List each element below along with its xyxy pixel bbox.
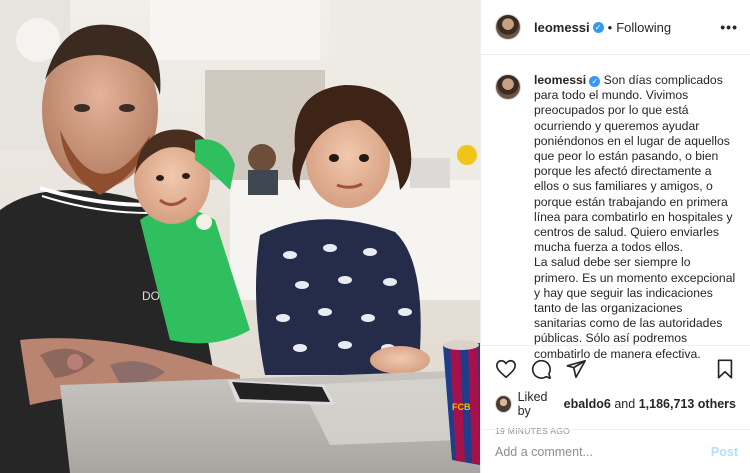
fruit-bowl <box>457 145 477 165</box>
username-link[interactable]: leomessi <box>534 20 590 35</box>
caption-username[interactable]: leomessi <box>534 73 586 87</box>
caption-verified-badge-icon: ✓ <box>589 76 601 87</box>
likes-joiner: and <box>614 397 636 411</box>
likes-suffix[interactable]: others <box>698 397 736 411</box>
share-icon[interactable] <box>565 358 587 380</box>
comment-icon[interactable] <box>530 358 552 380</box>
post-sidebar: leomessi ✓ • Following ••• leomessi ✓ Son… <box>480 0 750 473</box>
liker-avatar[interactable] <box>495 395 512 413</box>
likes-prefix: Liked by <box>517 390 548 418</box>
background-person <box>248 144 276 172</box>
caption-area: leomessi ✓ Son días complicados para todo… <box>481 55 750 361</box>
verified-badge-icon: ✓ <box>592 21 604 33</box>
more-options-icon[interactable]: ••• <box>720 19 738 35</box>
post-photo[interactable]: DOCE B <box>0 0 480 473</box>
post-comment-button[interactable]: Post <box>711 445 738 459</box>
cup-text: FCB <box>452 402 471 412</box>
following-button[interactable]: Following <box>616 20 671 35</box>
post-header: leomessi ✓ • Following ••• <box>481 0 750 55</box>
ceiling <box>150 0 320 60</box>
comment-bar: Post <box>481 429 750 473</box>
comment-input[interactable] <box>495 444 711 459</box>
liker-username[interactable]: ebaldo6 <box>564 397 611 411</box>
appliance <box>410 158 450 188</box>
caption-text: Son días complicados para todo el mundo.… <box>534 73 736 361</box>
heart-icon[interactable] <box>495 358 517 380</box>
caption-avatar[interactable] <box>495 74 521 100</box>
likes-summary: Liked by ebaldo6 and 1,186,713 others <box>495 390 736 418</box>
bookmark-icon[interactable] <box>714 358 736 380</box>
actions-section: Liked by ebaldo6 and 1,186,713 others 19… <box>481 345 750 436</box>
action-bar <box>495 357 736 381</box>
caption-text-block: leomessi ✓ Son días complicados para todo… <box>534 73 736 361</box>
separator-dot: • <box>607 19 613 35</box>
avatar[interactable] <box>495 14 521 40</box>
chandelier <box>16 18 60 62</box>
likes-count[interactable]: 1,186,713 <box>639 397 695 411</box>
